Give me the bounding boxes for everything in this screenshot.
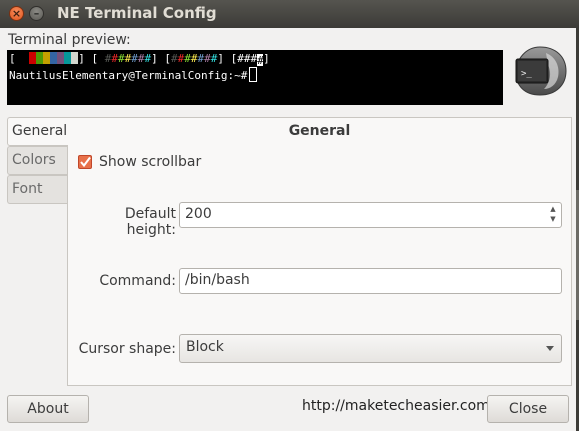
hashB-hash-3: # [190, 52, 198, 65]
command-value: /bin/bash [185, 272, 250, 288]
svg-text:>_: >_ [521, 69, 532, 79]
terminal-app-icon: >_ [512, 45, 568, 97]
bracket-sep: ] [ [78, 52, 105, 65]
spin-buttons[interactable]: ▲ ▼ [548, 204, 558, 226]
color-hashes-a: ####### [105, 52, 151, 65]
color-swatch-0 [22, 52, 30, 64]
chevron-down-icon [546, 346, 554, 351]
tab-font[interactable]: Font [7, 175, 67, 204]
close-button[interactable]: Close [487, 395, 569, 423]
default-height-label: Default height: [124, 206, 176, 238]
hashB-hash-0: # [171, 52, 178, 65]
bracket-open: [ [9, 52, 23, 65]
color-swatch-6 [64, 52, 72, 64]
tab-general[interactable]: General [7, 117, 68, 146]
check-icon [80, 156, 91, 168]
color-swatch-3 [43, 52, 51, 64]
hashA-hash-2: # [118, 52, 125, 65]
cursor-outline-icon [249, 67, 258, 82]
title-bar: × – NE Terminal Config [0, 0, 579, 28]
color-swatch-2 [36, 52, 44, 64]
hashA-hash-5: # [137, 52, 145, 65]
command-input[interactable]: /bin/bash [179, 268, 562, 294]
white-hashes: ### [237, 52, 258, 65]
minimize-window-icon[interactable]: – [29, 6, 44, 21]
close-window-icon[interactable]: × [9, 6, 24, 21]
bracket-sep-3: ] [ [217, 52, 238, 65]
window-title: NE Terminal Config [57, 4, 217, 22]
cursor-shape-select[interactable]: Block [179, 334, 562, 363]
hashB-hash-5: # [204, 52, 211, 65]
about-button[interactable]: About [7, 395, 89, 423]
panel-title: General [288, 123, 351, 139]
spin-down-icon[interactable]: ▼ [548, 214, 558, 224]
bracket-close: ] [263, 52, 270, 65]
bracket-sep-2: ] [ [151, 52, 171, 65]
cursor-shape-value: Block [186, 339, 224, 355]
hashB-hash-2: # [184, 52, 191, 65]
color-swatch-4 [50, 52, 58, 64]
watermark-url: http://maketecheasier.com [302, 398, 490, 414]
command-label: Command: [99, 273, 176, 289]
color-blocks [22, 52, 79, 65]
default-height-spinbox[interactable]: 200 ▲ ▼ [179, 202, 562, 228]
terminal-preview-label: Terminal preview: [8, 32, 131, 48]
default-height-value: 200 [185, 206, 212, 222]
hashA-hash-4: # [131, 52, 138, 65]
terminal-prompt-line: NautilusElementary@TerminalConfig:~# [9, 67, 258, 82]
show-scrollbar-label[interactable]: Show scrollbar [99, 154, 201, 170]
terminal-prompt: NautilusElementary@TerminalConfig:~# [9, 69, 248, 82]
color-hashes-b: ####### [171, 52, 217, 65]
terminal-preview: [ ] [ #######] [#######] [####] Nautilus… [7, 50, 503, 105]
general-panel: General Show scrollbar Default height: 2… [67, 117, 572, 386]
terminal-color-line: [ ] [ #######] [#######] [####] [9, 52, 270, 67]
hashA-hash-1: # [111, 52, 118, 65]
tab-colors[interactable]: Colors [7, 146, 67, 175]
color-swatch-5 [57, 52, 65, 64]
spin-up-icon[interactable]: ▲ [548, 204, 558, 214]
color-swatch-1 [29, 52, 37, 64]
show-scrollbar-checkbox[interactable] [78, 155, 92, 169]
cursor-shape-label: Cursor shape: [78, 341, 176, 357]
